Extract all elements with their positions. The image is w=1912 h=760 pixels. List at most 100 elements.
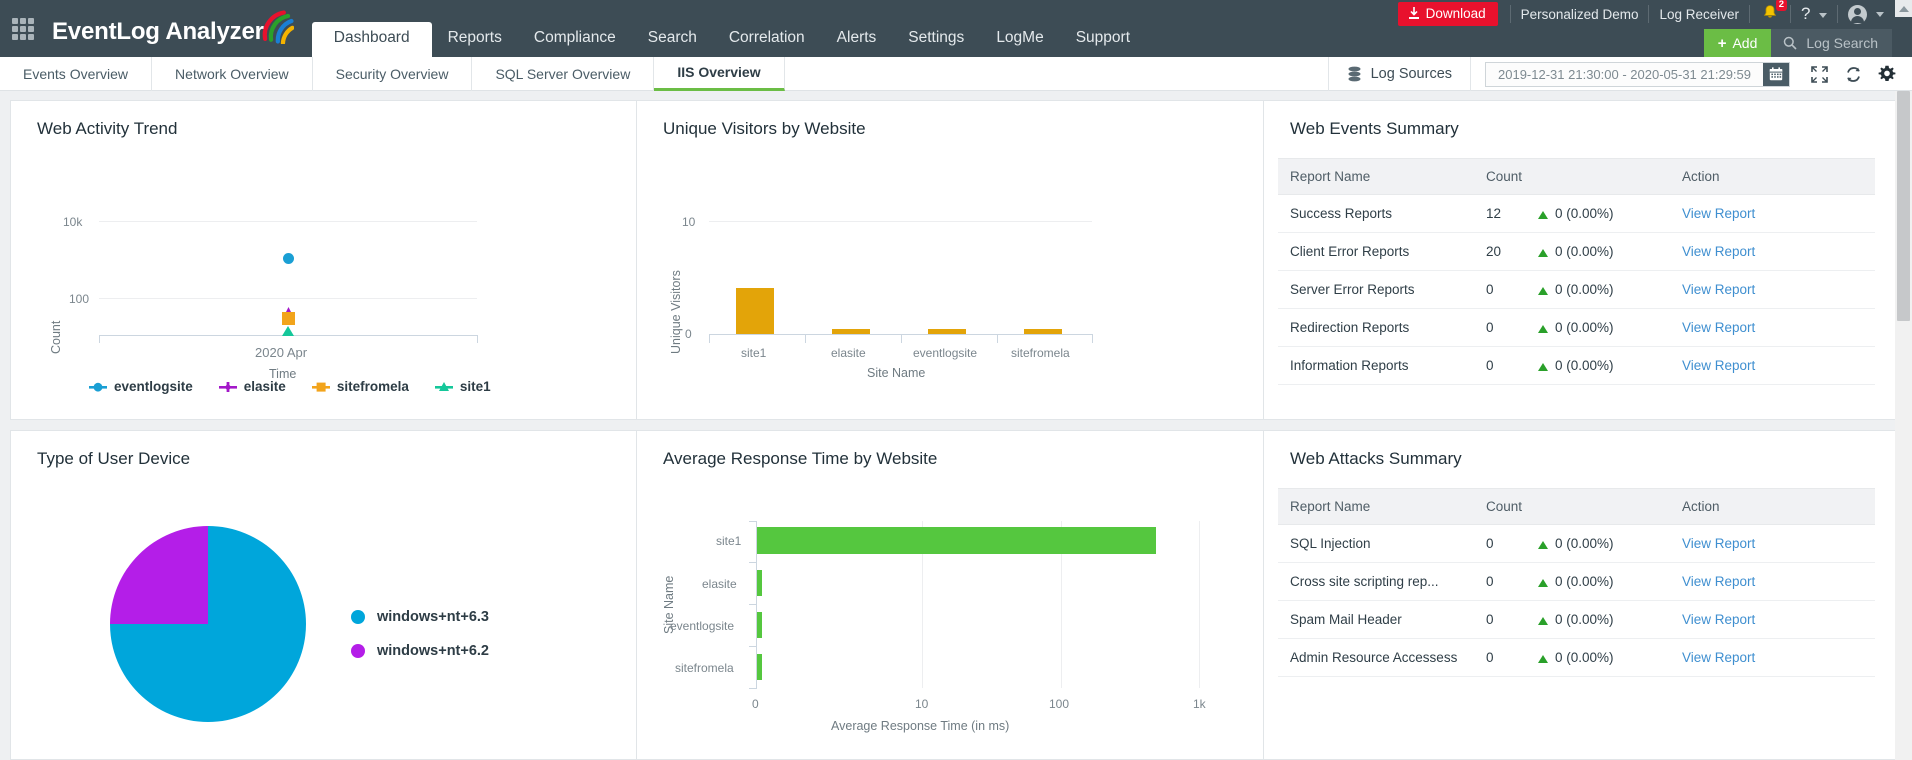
view-report-link[interactable]: View Report — [1682, 536, 1755, 551]
cell-count: 0 — [1486, 346, 1538, 385]
view-report-link[interactable]: View Report — [1682, 320, 1755, 335]
settings-button[interactable] — [1870, 57, 1904, 91]
gridline — [99, 298, 477, 299]
cell-delta: 0 (0.00%) — [1538, 638, 1678, 677]
gridline — [1199, 521, 1200, 688]
nav-item-compliance[interactable]: Compliance — [518, 22, 632, 57]
personalized-demo-link[interactable]: Personalized Demo — [1521, 7, 1639, 22]
legend-item-sitefromela[interactable]: sitefromela — [311, 379, 409, 394]
utility-bar: Download Personalized Demo Log Receiver … — [1397, 0, 1884, 28]
tab-sql-server-overview[interactable]: SQL Server Overview — [472, 56, 655, 91]
tab-iis-overview[interactable]: IIS Overview — [654, 56, 785, 91]
log-search-label: Log Search — [1806, 35, 1878, 51]
scroll-up-button[interactable] — [1895, 0, 1912, 17]
bar-site1[interactable] — [757, 527, 1156, 554]
cell-count: 0 — [1486, 308, 1538, 347]
tab-network-overview[interactable]: Network Overview — [152, 56, 313, 91]
y-tick-10: 10 — [682, 215, 696, 229]
bar-sitefromela[interactable] — [1024, 329, 1062, 334]
pie-slice-windows-nt-6-2[interactable] — [110, 526, 208, 624]
notifications-bell-icon[interactable]: 2 — [1760, 0, 1787, 24]
log-search-button[interactable]: Log Search — [1771, 29, 1892, 57]
page-scrollbar[interactable] — [1895, 91, 1912, 760]
view-report-link[interactable]: View Report — [1682, 244, 1755, 259]
nav-item-alerts[interactable]: Alerts — [821, 22, 893, 57]
grid-apps-icon[interactable] — [12, 18, 34, 40]
nav-item-settings[interactable]: Settings — [892, 22, 980, 57]
delta-value: 0 (0.00%) — [1555, 206, 1614, 221]
bar-eventlogsite[interactable] — [757, 612, 762, 638]
triangle-up-icon — [1538, 211, 1548, 219]
axis-tick — [805, 334, 806, 343]
nav-item-search[interactable]: Search — [632, 22, 713, 57]
refresh-icon — [1846, 66, 1860, 82]
legend-item-elasite[interactable]: elasite — [218, 379, 286, 394]
log-receiver-link[interactable]: Log Receiver — [1659, 7, 1739, 22]
view-report-link[interactable]: View Report — [1682, 206, 1755, 221]
log-sources-button[interactable]: Log Sources — [1327, 57, 1472, 91]
tab-security-overview[interactable]: Security Overview — [313, 56, 473, 91]
cell-report-name: Client Error Reports — [1278, 232, 1486, 271]
nav-item-logme[interactable]: LogMe — [980, 22, 1059, 57]
bar-site1[interactable] — [736, 288, 774, 334]
view-report-link[interactable]: View Report — [1682, 650, 1755, 665]
account-menu[interactable] — [1848, 4, 1884, 24]
legend-label: eventlogsite — [114, 379, 193, 394]
tab-events-overview[interactable]: Events Overview — [0, 56, 153, 91]
bar-sitefromela[interactable] — [757, 654, 762, 680]
view-report-link[interactable]: View Report — [1682, 358, 1755, 373]
notification-count-badge: 2 — [1775, 0, 1787, 11]
nav-item-correlation[interactable]: Correlation — [713, 22, 821, 57]
help-menu[interactable]: ? — [1801, 4, 1828, 24]
cell-report-name: Redirection Reports — [1278, 308, 1486, 347]
view-report-link[interactable]: View Report — [1682, 612, 1755, 627]
expand-icon — [1810, 65, 1828, 83]
scrollbar-thumb[interactable] — [1897, 91, 1910, 321]
card-title: Web Attacks Summary — [1290, 449, 1462, 468]
sub-navigation-bar: Events Overview Network Overview Securit… — [0, 56, 1912, 91]
data-point-sitefromela[interactable] — [282, 312, 295, 325]
triangle-up-icon — [1538, 249, 1548, 257]
cell-delta: 0 (0.00%) — [1538, 562, 1678, 601]
bar-eventlogsite[interactable] — [928, 329, 966, 334]
axis-tick — [1092, 334, 1093, 343]
data-point-site1[interactable] — [282, 326, 294, 336]
legend-item-site1[interactable]: site1 — [434, 379, 491, 394]
nav-item-support[interactable]: Support — [1060, 22, 1146, 57]
pie-chart-svg[interactable] — [108, 524, 308, 724]
bar-elasite[interactable] — [757, 570, 762, 596]
chart-legend: eventlogsite elasite sitefromela site1 — [89, 379, 491, 394]
top-header-bar: EventLog Analyzer Dashboard Reports Comp… — [0, 0, 1912, 57]
logo-swoosh-icon — [262, 10, 294, 44]
y-tick-0: 0 — [685, 327, 692, 341]
data-point-eventlogsite[interactable] — [283, 253, 294, 264]
x-tick-10: 10 — [915, 697, 929, 711]
table-row: Information Reports 0 0 (0.00%) View Rep… — [1278, 346, 1875, 385]
nav-item-reports[interactable]: Reports — [432, 22, 518, 57]
brand-title: EventLog Analyzer — [52, 18, 264, 45]
axis-tick — [997, 334, 998, 343]
view-report-link[interactable]: View Report — [1682, 574, 1755, 589]
table-row: Redirection Reports 0 0 (0.00%) View Rep… — [1278, 308, 1875, 347]
nav-item-dashboard[interactable]: Dashboard — [311, 22, 432, 57]
fullscreen-button[interactable] — [1802, 57, 1836, 91]
add-button[interactable]: + Add — [1703, 29, 1772, 57]
calendar-glyph — [1769, 67, 1783, 81]
refresh-button[interactable] — [1836, 57, 1870, 91]
gear-icon — [1878, 65, 1896, 81]
calendar-icon[interactable] — [1763, 62, 1789, 86]
chevron-down-icon — [1876, 11, 1884, 17]
legend-item-eventlogsite[interactable]: eventlogsite — [89, 379, 193, 394]
legend-item-windows-nt-6-3[interactable]: windows+nt+6.3 — [351, 609, 489, 625]
brand-logo[interactable]: EventLog Analyzer — [52, 10, 294, 46]
x-axis-label: Site Name — [867, 366, 926, 380]
y-tick-eventlogsite: eventlogsite — [670, 619, 735, 633]
dashboard-tabs: Events Overview Network Overview Securit… — [0, 56, 785, 91]
legend-item-windows-nt-6-2[interactable]: windows+nt+6.2 — [351, 643, 489, 659]
bar-elasite[interactable] — [832, 329, 870, 334]
date-range-picker[interactable]: 2019-12-31 21:30:00 - 2020-05-31 21:29:5… — [1485, 61, 1790, 87]
cell-report-name: Spam Mail Header — [1278, 600, 1486, 639]
download-button[interactable]: Download — [1397, 2, 1498, 26]
delta-value: 0 (0.00%) — [1555, 612, 1614, 627]
view-report-link[interactable]: View Report — [1682, 282, 1755, 297]
